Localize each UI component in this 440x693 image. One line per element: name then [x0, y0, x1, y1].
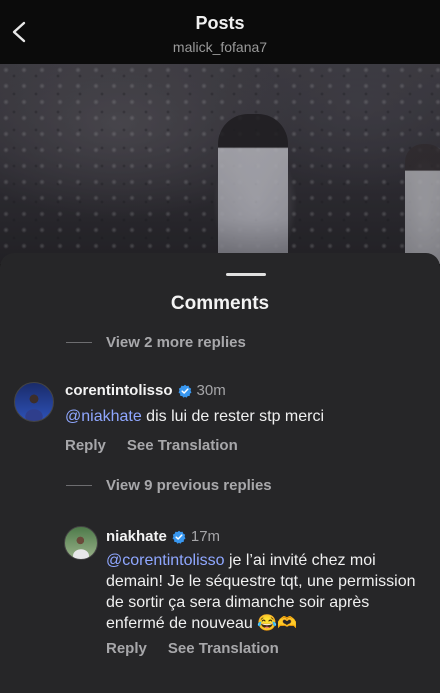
verified-badge-icon — [172, 530, 186, 544]
mention-link[interactable]: @corentintolisso — [106, 552, 225, 569]
page-title: Posts — [195, 13, 245, 33]
comment-body: dis lui de rester stp merci — [141, 408, 325, 425]
reply-comment-item: niakhate 17m @corentintolisso je l’ai in… — [0, 523, 440, 673]
comment-text: @corentintolisso je l’ai invité chez moi… — [106, 550, 424, 634]
view-previous-replies-button[interactable]: View 9 previous replies — [66, 475, 272, 495]
mention-link[interactable]: @niakhate — [65, 408, 142, 425]
comment-timestamp: 30m — [196, 382, 226, 399]
avatar[interactable] — [64, 526, 98, 560]
comment-item: corentintolisso 30m @niakhate dis lui de… — [0, 378, 440, 468]
see-translation-button[interactable]: See Translation — [127, 437, 238, 454]
see-translation-button[interactable]: See Translation — [168, 640, 279, 657]
photo-dim-overlay — [0, 64, 440, 264]
avatar[interactable] — [14, 382, 54, 422]
comment-actions: Reply See Translation — [65, 437, 238, 454]
reply-button[interactable]: Reply — [106, 640, 147, 657]
comment-meta: corentintolisso 30m — [65, 382, 226, 399]
comment-actions: Reply See Translation — [106, 640, 279, 657]
comment-text: @niakhate dis lui de rester stp merci — [65, 406, 425, 427]
comment-timestamp: 17m — [190, 528, 221, 545]
comment-username[interactable]: corentintolisso — [65, 382, 173, 399]
view-more-replies-button[interactable]: View 2 more replies — [66, 332, 246, 352]
view-previous-replies-label: View 9 previous replies — [106, 476, 272, 494]
verified-badge-icon — [178, 384, 191, 398]
sheet-drag-handle[interactable] — [226, 273, 266, 276]
reply-thread-line — [66, 341, 92, 343]
comment-meta: niakhate 17m — [106, 528, 220, 545]
post-photo[interactable] — [0, 64, 440, 264]
account-username[interactable]: malick_fofana7 — [0, 39, 440, 55]
top-navigation-bar: Posts malick_fofana7 — [0, 0, 440, 64]
reply-thread-line — [66, 484, 92, 486]
view-more-replies-label: View 2 more replies — [106, 333, 246, 351]
reply-button[interactable]: Reply — [65, 437, 106, 454]
comments-title: Comments — [170, 293, 270, 314]
comment-username[interactable]: niakhate — [106, 528, 167, 545]
comments-sheet: Comments View 2 more replies corentintol… — [0, 253, 440, 693]
